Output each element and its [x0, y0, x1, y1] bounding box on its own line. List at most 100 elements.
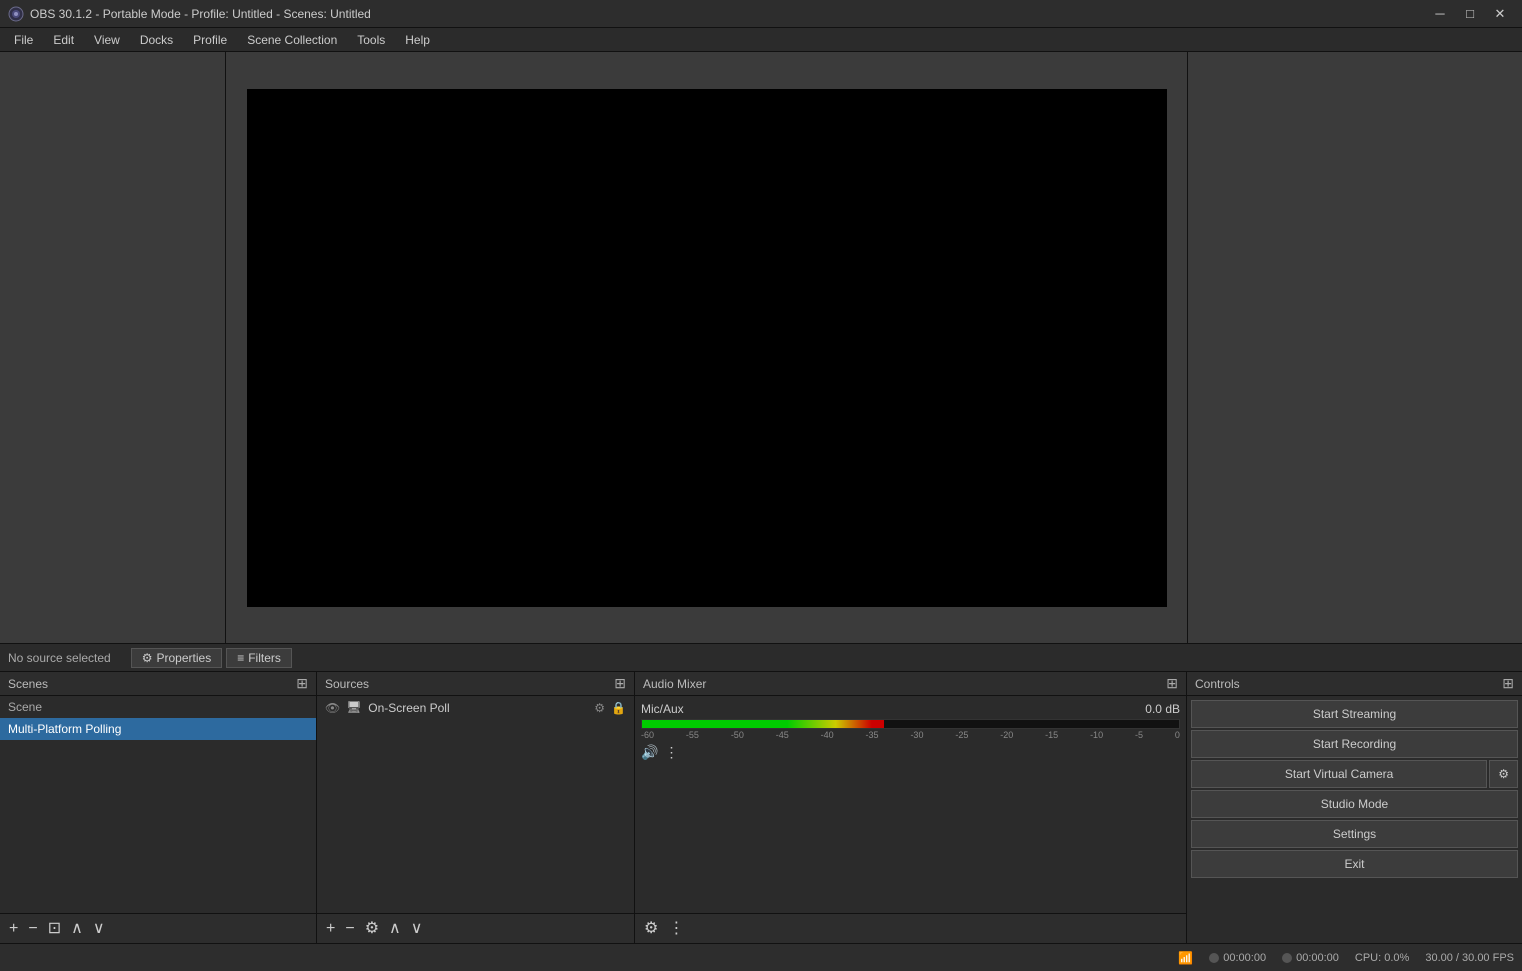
- remove-source-button[interactable]: −: [342, 921, 357, 937]
- titlebar: OBS 30.1.2 - Portable Mode - Profile: Un…: [0, 0, 1522, 28]
- audio-panel-footer: ⚙ ⋮: [635, 913, 1186, 943]
- close-button[interactable]: ✕: [1486, 3, 1514, 25]
- move-source-down-button[interactable]: ∨: [408, 921, 426, 937]
- preview-area: [226, 52, 1187, 643]
- main-area: [0, 52, 1522, 643]
- audio-mixer-panel: Audio Mixer ⊞ Mic/Aux 0.0 dB -60 -55 -50: [635, 672, 1187, 943]
- source-name-label: On-Screen Poll: [368, 701, 449, 715]
- controls-icon[interactable]: ⊞: [1502, 675, 1514, 692]
- start-virtual-camera-button[interactable]: Start Virtual Camera: [1191, 760, 1487, 788]
- source-filter-icon[interactable]: ⚙: [594, 701, 605, 715]
- start-recording-button[interactable]: Start Recording: [1191, 730, 1518, 758]
- menu-item-profile[interactable]: Profile: [183, 31, 237, 49]
- stream-status-dot: [1209, 953, 1219, 963]
- maximize-button[interactable]: □: [1456, 3, 1484, 25]
- menu-item-docks[interactable]: Docks: [130, 31, 183, 49]
- stream-time: 00:00:00: [1223, 952, 1266, 964]
- controls-content: Start Streaming Start Recording Start Vi…: [1187, 696, 1522, 943]
- audio-channel-name: Mic/Aux: [641, 702, 684, 716]
- no-source-label: No source selected: [8, 651, 111, 665]
- add-source-button[interactable]: +: [323, 921, 338, 937]
- audio-more-button[interactable]: ⋮: [664, 744, 678, 761]
- titlebar-controls: ─ □ ✕: [1426, 3, 1514, 25]
- menu-item-edit[interactable]: Edit: [43, 31, 84, 49]
- scenes-panel-footer: + − ⊡ ∧ ∨: [0, 913, 316, 943]
- audio-controls-row: 🔊 ⋮: [641, 744, 1180, 761]
- audio-scale: -60 -55 -50 -45 -40 -35 -30 -25 -20 -15 …: [641, 730, 1180, 740]
- sources-panel-title: Sources: [325, 677, 369, 691]
- remove-scene-button[interactable]: −: [25, 921, 40, 937]
- source-settings-button[interactable]: ⚙: [362, 921, 382, 937]
- titlebar-left: OBS 30.1.2 - Portable Mode - Profile: Un…: [8, 6, 371, 22]
- source-visibility-icon[interactable]: 👁: [325, 701, 340, 715]
- controls-panel-header: Controls ⊞: [1187, 672, 1522, 696]
- sources-panel-icon[interactable]: ⊞: [614, 675, 626, 692]
- virtual-camera-row: Start Virtual Camera ⚙: [1191, 760, 1518, 788]
- sources-panel: Sources ⊞ 👁 🖥 On-Screen Poll ⚙ 🔒 + − ⚙ ∧…: [317, 672, 635, 943]
- stream-time-status: 00:00:00: [1209, 952, 1266, 964]
- audio-mixer-icon[interactable]: ⊞: [1166, 675, 1178, 692]
- menu-item-scene-collection[interactable]: Scene Collection: [237, 31, 347, 49]
- scene-filter-button[interactable]: ⊡: [45, 921, 64, 937]
- scenes-panel-icon[interactable]: ⊞: [296, 675, 308, 692]
- add-scene-button[interactable]: +: [6, 921, 21, 937]
- source-lock-icon[interactable]: 🔒: [611, 701, 626, 715]
- record-time-status: 00:00:00: [1282, 952, 1339, 964]
- move-scene-down-button[interactable]: ∨: [90, 921, 108, 937]
- properties-button[interactable]: ⚙ Properties: [131, 648, 222, 668]
- record-time: 00:00:00: [1296, 952, 1339, 964]
- network-icon: 📶: [1178, 951, 1193, 965]
- bottom-area: No source selected ⚙ Properties ≡ Filter…: [0, 643, 1522, 943]
- audio-mute-button[interactable]: 🔊: [641, 744, 658, 761]
- menu-item-help[interactable]: Help: [395, 31, 440, 49]
- start-streaming-button[interactable]: Start Streaming: [1191, 700, 1518, 728]
- scenes-list: Scene Multi-Platform Polling: [0, 696, 316, 913]
- audio-mixer-panel-header: Audio Mixer ⊞: [635, 672, 1186, 696]
- studio-mode-button[interactable]: Studio Mode: [1191, 790, 1518, 818]
- cpu-status: CPU: 0.0%: [1355, 952, 1409, 964]
- scenes-column-header: Scene: [0, 696, 316, 718]
- menu-item-tools[interactable]: Tools: [347, 31, 395, 49]
- audio-meter-bar: [642, 720, 884, 728]
- scenes-panel: Scenes ⊞ Scene Multi-Platform Polling + …: [0, 672, 317, 943]
- window-title: OBS 30.1.2 - Portable Mode - Profile: Un…: [30, 7, 371, 21]
- controls-panel: Controls ⊞ Start Streaming Start Recordi…: [1187, 672, 1522, 943]
- sources-panel-header: Sources ⊞: [317, 672, 634, 696]
- minimize-button[interactable]: ─: [1426, 3, 1454, 25]
- statusbar: 📶 00:00:00 00:00:00 CPU: 0.0% 30.00 / 30…: [0, 943, 1522, 971]
- fps-status: 30.00 / 30.00 FPS: [1425, 952, 1514, 964]
- app-logo: [8, 6, 24, 22]
- filters-button[interactable]: ≡ Filters: [226, 648, 292, 668]
- filters-icon: ≡: [237, 651, 244, 665]
- audio-mixer-title: Audio Mixer: [643, 677, 706, 691]
- props-bar: No source selected ⚙ Properties ≡ Filter…: [0, 644, 1522, 672]
- left-sidebar: [0, 52, 226, 643]
- audio-content: Mic/Aux 0.0 dB -60 -55 -50 -45 -40 -35 -…: [635, 696, 1186, 913]
- controls-title: Controls: [1195, 677, 1240, 691]
- menu-item-view[interactable]: View: [84, 31, 130, 49]
- list-item[interactable]: Multi-Platform Polling: [0, 718, 316, 740]
- audio-more-settings-button[interactable]: ⋮: [665, 921, 687, 937]
- virtual-camera-settings-button[interactable]: ⚙: [1489, 760, 1518, 788]
- record-status-dot: [1282, 953, 1292, 963]
- preview-canvas: [247, 89, 1167, 607]
- settings-button[interactable]: Settings: [1191, 820, 1518, 848]
- panels-row: Scenes ⊞ Scene Multi-Platform Polling + …: [0, 672, 1522, 943]
- exit-button[interactable]: Exit: [1191, 850, 1518, 878]
- sources-panel-footer: + − ⚙ ∧ ∨: [317, 913, 634, 943]
- menu-item-file[interactable]: File: [4, 31, 43, 49]
- filters-label: Filters: [248, 651, 281, 665]
- fps-label: 30.00 / 30.00 FPS: [1425, 952, 1514, 964]
- network-status: 📶: [1178, 951, 1193, 965]
- right-sidebar: [1187, 52, 1522, 643]
- list-item[interactable]: 👁 🖥 On-Screen Poll ⚙ 🔒: [317, 696, 634, 720]
- audio-meter: [641, 719, 1180, 729]
- move-scene-up-button[interactable]: ∧: [68, 921, 86, 937]
- audio-settings-button[interactable]: ⚙: [641, 921, 661, 937]
- audio-channel-db: 0.0 dB: [1145, 702, 1180, 716]
- menubar: FileEditViewDocksProfileScene Collection…: [0, 28, 1522, 52]
- sources-list: 👁 🖥 On-Screen Poll ⚙ 🔒: [317, 696, 634, 913]
- cpu-label: CPU: 0.0%: [1355, 952, 1409, 964]
- properties-label: Properties: [157, 651, 212, 665]
- move-source-up-button[interactable]: ∧: [386, 921, 404, 937]
